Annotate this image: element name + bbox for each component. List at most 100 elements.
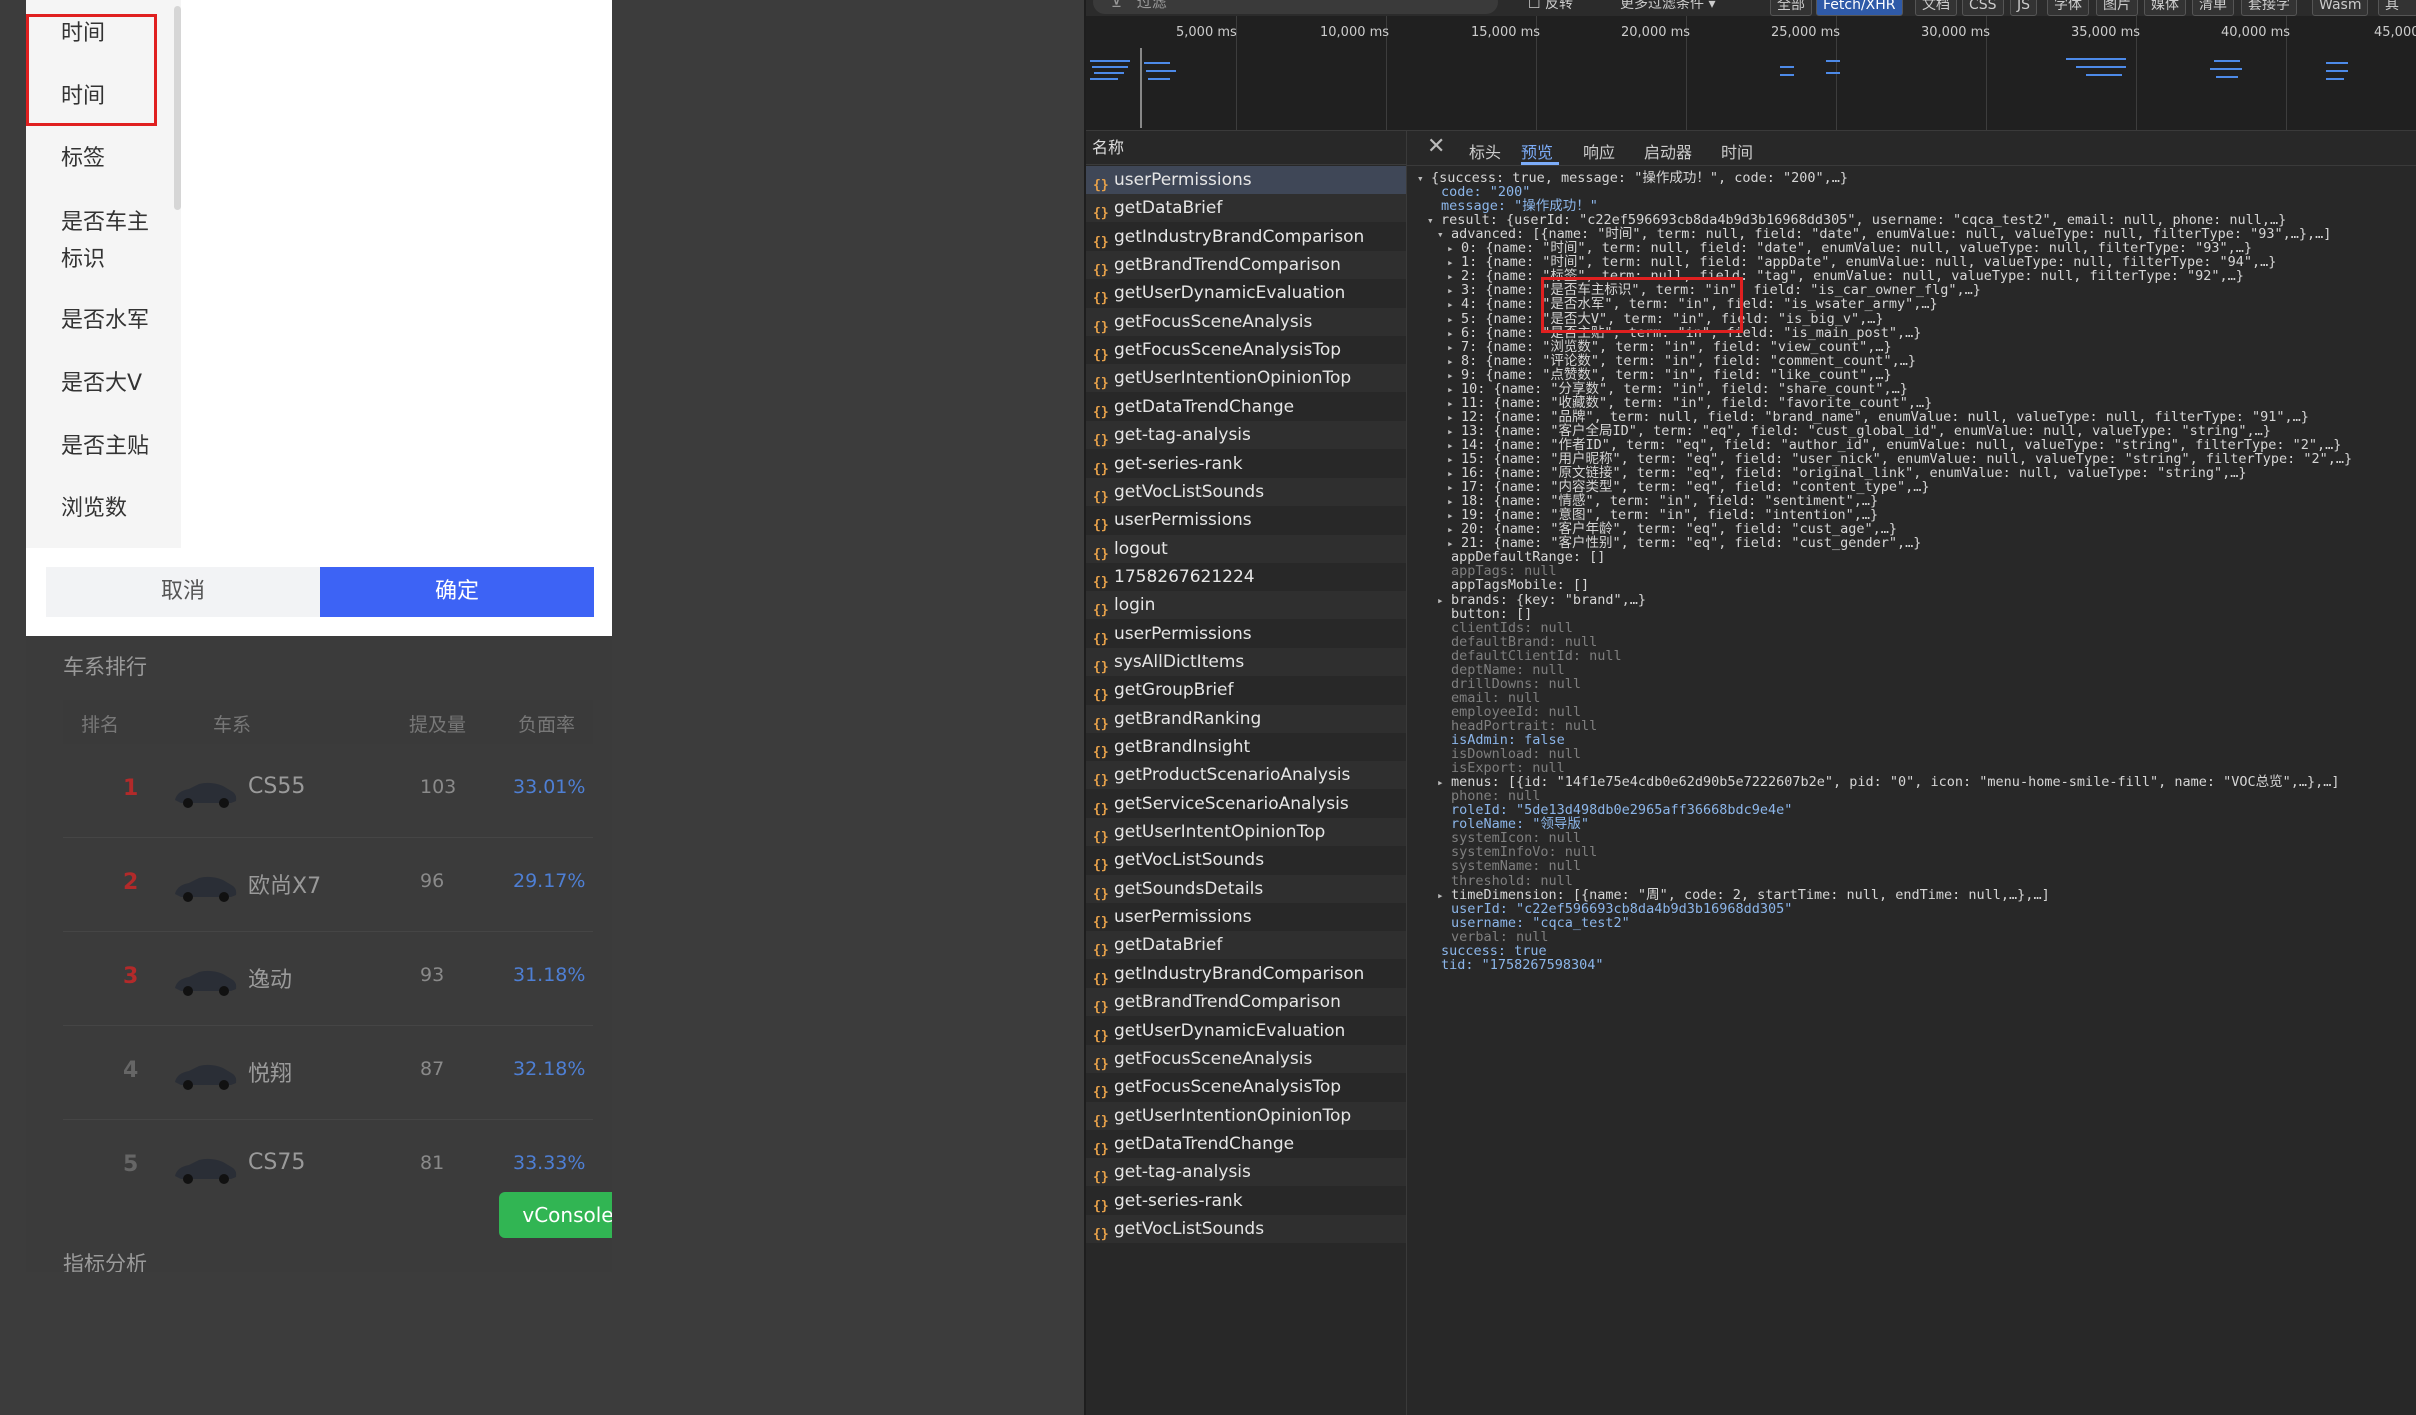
request-row[interactable]: {} getBrandTrendComparison [1086,251,1406,280]
request-row[interactable]: {} getVocListSounds [1086,1214,1406,1243]
json-line[interactable]: ▸ 6: {name: "是否主贴", term: "in", field: "i… [1447,326,1921,340]
request-row[interactable]: {} login [1086,591,1406,620]
tab-response[interactable]: 响应 [1583,139,1615,163]
json-line[interactable]: ▸ 4: {name: "是否水军", term: "in", field: "i… [1447,297,1938,311]
request-row[interactable]: {} getUserDynamicEvaluation [1086,1017,1406,1045]
expand-toggle-icon[interactable]: ▸ [1447,242,1461,256]
tab-preview[interactable]: 预览 [1521,139,1553,163]
expand-toggle-icon[interactable]: ▸ [1447,495,1461,509]
expand-toggle-icon[interactable]: ▸ [1447,523,1461,537]
json-line[interactable]: ▸ 14: {name: "作者ID", term: "eq", field: "… [1447,438,2341,452]
json-line[interactable]: ▸ 8: {name: "评论数", term: "in", field: "co… [1447,354,1916,368]
filter-item-time[interactable]: 时间 [26,16,181,52]
expand-toggle-icon[interactable]: ▸ [1447,327,1461,341]
request-row[interactable]: {} userPermissions [1086,166,1406,194]
json-line[interactable]: ▸ 0: {name: "时间", term: null, field: "dat… [1447,241,2252,255]
filter-chip-media[interactable]: 媒体 [2144,0,2186,16]
request-row[interactable]: {} getVocListSounds [1086,846,1406,874]
expand-toggle-icon[interactable]: ▸ [1447,467,1461,481]
request-row[interactable]: {} getGroupBrief [1086,676,1406,704]
expand-toggle-icon[interactable]: ▸ [1447,397,1461,411]
tab-initiator[interactable]: 启动器 [1644,139,1692,163]
request-row[interactable]: {} getFocusSceneAnalysisTop [1086,1073,1406,1101]
expand-toggle-icon[interactable]: ▸ [1447,256,1461,270]
filter-chip-fetch-xhr[interactable]: Fetch/XHR [1816,0,1903,16]
request-row[interactable]: {} getProductScenarioAnalysis [1086,761,1406,790]
json-line[interactable]: ▸ 21: {name: "客户性别", term: "eq", field: "… [1447,536,1921,550]
filter-chip-js[interactable]: JS [2010,0,2038,16]
expand-toggle-icon[interactable]: ▸ [1447,481,1461,495]
filter-chip-css[interactable]: CSS [1962,0,2004,16]
request-row[interactable]: {} getDataTrendChange [1086,1130,1406,1158]
expand-toggle-icon[interactable]: ▸ [1437,594,1451,608]
close-icon[interactable]: ✕ [1427,134,1445,159]
request-row[interactable]: {} getSoundsDetails [1086,874,1406,903]
filter-item-owner-flag[interactable]: 是否车主标识 [26,204,156,278]
filter-chip-socket[interactable]: 套接字 [2241,0,2297,16]
expand-toggle-icon[interactable]: ▸ [1447,313,1461,327]
request-row[interactable]: {} getIndustryBrandComparison [1086,960,1406,988]
name-column-header[interactable]: 名称 [1086,131,1406,165]
expand-toggle-icon[interactable]: ▸ [1437,776,1451,790]
expand-toggle-icon[interactable]: ▸ [1447,383,1461,397]
request-row[interactable]: {} userPermissions [1086,620,1406,648]
request-row[interactable]: {} get-tag-analysis [1086,421,1406,450]
filter-item-view-count[interactable]: 浏览数 [26,491,181,527]
network-timeline[interactable]: 5,000 ms 10,000 ms 15,000 ms 20,000 ms 2… [1086,16,2416,131]
json-line[interactable]: ▾ result: {userId: "c22ef596693cb8da4b9d3… [1427,213,2286,227]
filter-item-time-2[interactable]: 时间 [26,79,181,115]
expand-toggle-icon[interactable]: ▾ [1417,172,1431,186]
request-row[interactable]: {} getDataBrief [1086,931,1406,960]
expand-toggle-icon[interactable]: ▸ [1447,425,1461,439]
filter-item-water-army[interactable]: 是否水军 [26,303,181,339]
filter-chip-font[interactable]: 字体 [2047,0,2089,16]
request-row[interactable]: {} get-tag-analysis [1086,1158,1406,1187]
request-row[interactable]: {} sysAllDictItems [1086,647,1406,676]
request-row[interactable]: {} getDataTrendChange [1086,393,1406,421]
json-line[interactable]: ▸ 5: {name: "是否大V", term: "in", field: "i… [1447,312,1884,326]
filter-chip-img[interactable]: 图片 [2096,0,2138,16]
request-row[interactable]: {} getUserIntentionOpinionTop [1086,364,1406,393]
json-line[interactable]: ▸ 7: {name: "浏览数", term: "in", field: "vi… [1447,340,1892,354]
vconsole-button[interactable]: vConsole [499,1192,612,1238]
expand-toggle-icon[interactable]: ▸ [1447,369,1461,383]
request-row[interactable]: {} getUserIntentOpinionTop [1086,818,1406,847]
expand-toggle-icon[interactable]: ▸ [1437,889,1451,903]
json-line[interactable]: ▸ 10: {name: "分享数", term: "in", field: "s… [1447,382,1908,396]
request-row[interactable]: {} getVocListSounds [1086,477,1406,506]
json-line[interactable]: ▸ timeDimension: [{name: "周", code: 2, st… [1437,888,2050,902]
expand-toggle-icon[interactable]: ▸ [1447,341,1461,355]
request-row[interactable]: {} get-series-rank [1086,450,1406,478]
json-line[interactable]: ▾ {success: true, message: "操作成功！", code:… [1417,171,1848,185]
filter-chip-all[interactable]: 全部 [1770,0,1812,16]
request-row[interactable]: {} getIndustryBrandComparison [1086,223,1406,251]
expand-toggle-icon[interactable]: ▸ [1447,509,1461,523]
request-row[interactable]: {} userPermissions [1086,506,1406,534]
expand-toggle-icon[interactable]: ▸ [1447,411,1461,425]
filter-item-tag[interactable]: 标签 [26,141,181,177]
expand-toggle-icon[interactable]: ▾ [1437,228,1451,242]
json-line[interactable]: ▸ menus: [{id: "14f1e75e4cdb0e62d90b5e722… [1437,775,2340,789]
table-row[interactable]: 2 欧尚X7 96 29.17% [63,838,593,932]
filter-chip-other[interactable]: 其他 [2378,0,2416,16]
request-row[interactable]: {} getBrandInsight [1086,733,1406,761]
expand-toggle-icon[interactable]: ▸ [1447,270,1461,284]
json-line[interactable]: ▾ advanced: [{name: "时间", term: null, fie… [1437,227,2331,241]
json-line[interactable]: ▸ 17: {name: "内容类型", term: "eq", field: "… [1447,480,1930,494]
cancel-button[interactable]: 取消 [46,567,320,617]
filter-chip-wasm[interactable]: Wasm [2312,0,2369,16]
filter-chip-manifest[interactable]: 清单 [2192,0,2234,16]
table-row[interactable]: 1 CS55 103 33.01% [63,744,593,838]
filter-item-big-v[interactable]: 是否大V [26,366,181,402]
request-row[interactable]: {} getDataBrief [1086,194,1406,223]
request-row[interactable]: {} getUserIntentionOpinionTop [1086,1101,1406,1130]
table-row[interactable]: 4 悦翔 87 32.18% [63,1026,593,1120]
json-line[interactable]: ▸ 13: {name: "客户全局ID", term: "eq", field:… [1447,424,2271,438]
filter-chip-doc[interactable]: 文档 [1915,0,1957,16]
json-line[interactable]: ▸ 3: {name: "是否车主标识", term: "in", field: … [1447,283,1981,297]
request-row[interactable]: {} getFocusSceneAnalysisTop [1086,336,1406,364]
tab-headers[interactable]: 标头 [1469,139,1501,163]
request-row[interactable]: {} logout [1086,534,1406,563]
json-line[interactable]: ▸ 9: {name: "点赞数", term: "in", field: "li… [1447,368,1892,382]
expand-toggle-icon[interactable]: ▸ [1447,439,1461,453]
